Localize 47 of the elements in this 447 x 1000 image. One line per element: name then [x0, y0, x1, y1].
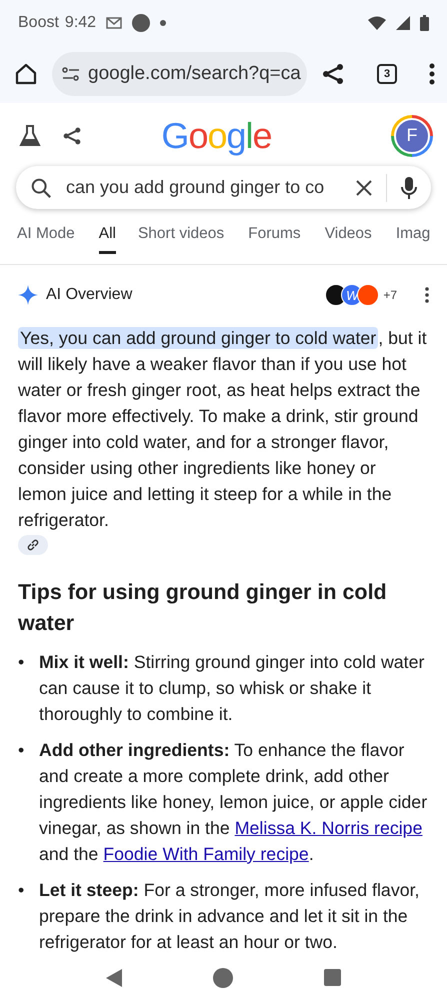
- back-icon[interactable]: [106, 968, 122, 987]
- tip-text: Mix it well: Stirring ground ginger into cold water can cause it to clump, so whisk or shake it thoroughly to combine it.: [39, 651, 426, 726]
- bullet-marker: •: [18, 739, 26, 762]
- overview-text: Yes, you can add ground ginger to cold water, but it will likely have a weaker flavor than if you use hot water or fresh ginger root, as heat helps extract the flavor more effectively. To make a drink, stir ground ginger into cold water, and for a stronger flavor, consider using other ingredients like honey or lemon juice and letting it steep for a while in the refrigerator.: [18, 326, 428, 532]
- recipe-link[interactable]: Foodie With Family recipe: [103, 844, 309, 864]
- section-heading: Tips for using ground ginger in cold water: [18, 579, 388, 638]
- search-field[interactable]: can you add ground ginger to co: [16, 166, 431, 210]
- bullet-marker: •: [18, 651, 26, 674]
- close-icon[interactable]: [356, 180, 372, 196]
- more-icon[interactable]: [425, 287, 429, 304]
- more-icon[interactable]: [429, 63, 435, 85]
- account-avatar[interactable]: F: [391, 114, 433, 157]
- tip-text: Let it steep: For a stronger, more infused flavor, prepare the drink in advance and let it sit in the refrigerator for at least an hour or two.: [39, 879, 420, 954]
- url-text: google.com/search?q=ca: [88, 63, 301, 85]
- clock: 9:42: [64, 14, 96, 32]
- circle-icon: [132, 14, 150, 32]
- carrier-name: Boost: [18, 14, 59, 32]
- home-icon[interactable]: [14, 62, 38, 86]
- share-icon[interactable]: [62, 126, 82, 146]
- tip-text: Add other ingredients: To enhance the flavor and create a more complete drink, add other ingredients like honey, lemon juice, or apple cider vinegar, as shown in the Melissa K. Norris recipe and the Foodie With Family recipe.: [39, 739, 428, 866]
- recents-icon[interactable]: [324, 969, 342, 986]
- overview-title: AI Overview: [46, 286, 134, 304]
- dot-icon: [160, 20, 166, 26]
- link-icon: [27, 539, 39, 552]
- microphone-icon[interactable]: [401, 176, 417, 200]
- sparkle-icon: [18, 285, 38, 306]
- recipe-link[interactable]: Melissa K. Norris recipe: [234, 818, 422, 838]
- mail-icon: [106, 16, 122, 28]
- wifi-icon: [368, 16, 386, 30]
- search-tab[interactable]: All: [98, 217, 116, 254]
- url-bar[interactable]: google.com/search?q=ca: [52, 52, 307, 96]
- more-sources[interactable]: +7: [383, 288, 397, 302]
- battery-icon: [420, 14, 429, 30]
- search-tab[interactable]: AI Mode: [17, 217, 75, 254]
- google-logo[interactable]: Google: [102, 114, 331, 157]
- search-tab[interactable]: Imag: [396, 217, 430, 254]
- flask-icon[interactable]: [18, 124, 42, 148]
- signal-icon: [396, 16, 410, 30]
- search-tab[interactable]: Forums: [248, 217, 301, 254]
- link-button[interactable]: [18, 535, 48, 556]
- search-tab[interactable]: Short videos: [138, 217, 224, 254]
- bullet-marker: •: [18, 879, 26, 902]
- search-icon: [30, 176, 52, 199]
- tab-count-button[interactable]: 3: [377, 64, 397, 84]
- share-icon[interactable]: [321, 62, 345, 86]
- search-tab[interactable]: Videos: [324, 217, 372, 254]
- tune-icon[interactable]: [62, 67, 80, 81]
